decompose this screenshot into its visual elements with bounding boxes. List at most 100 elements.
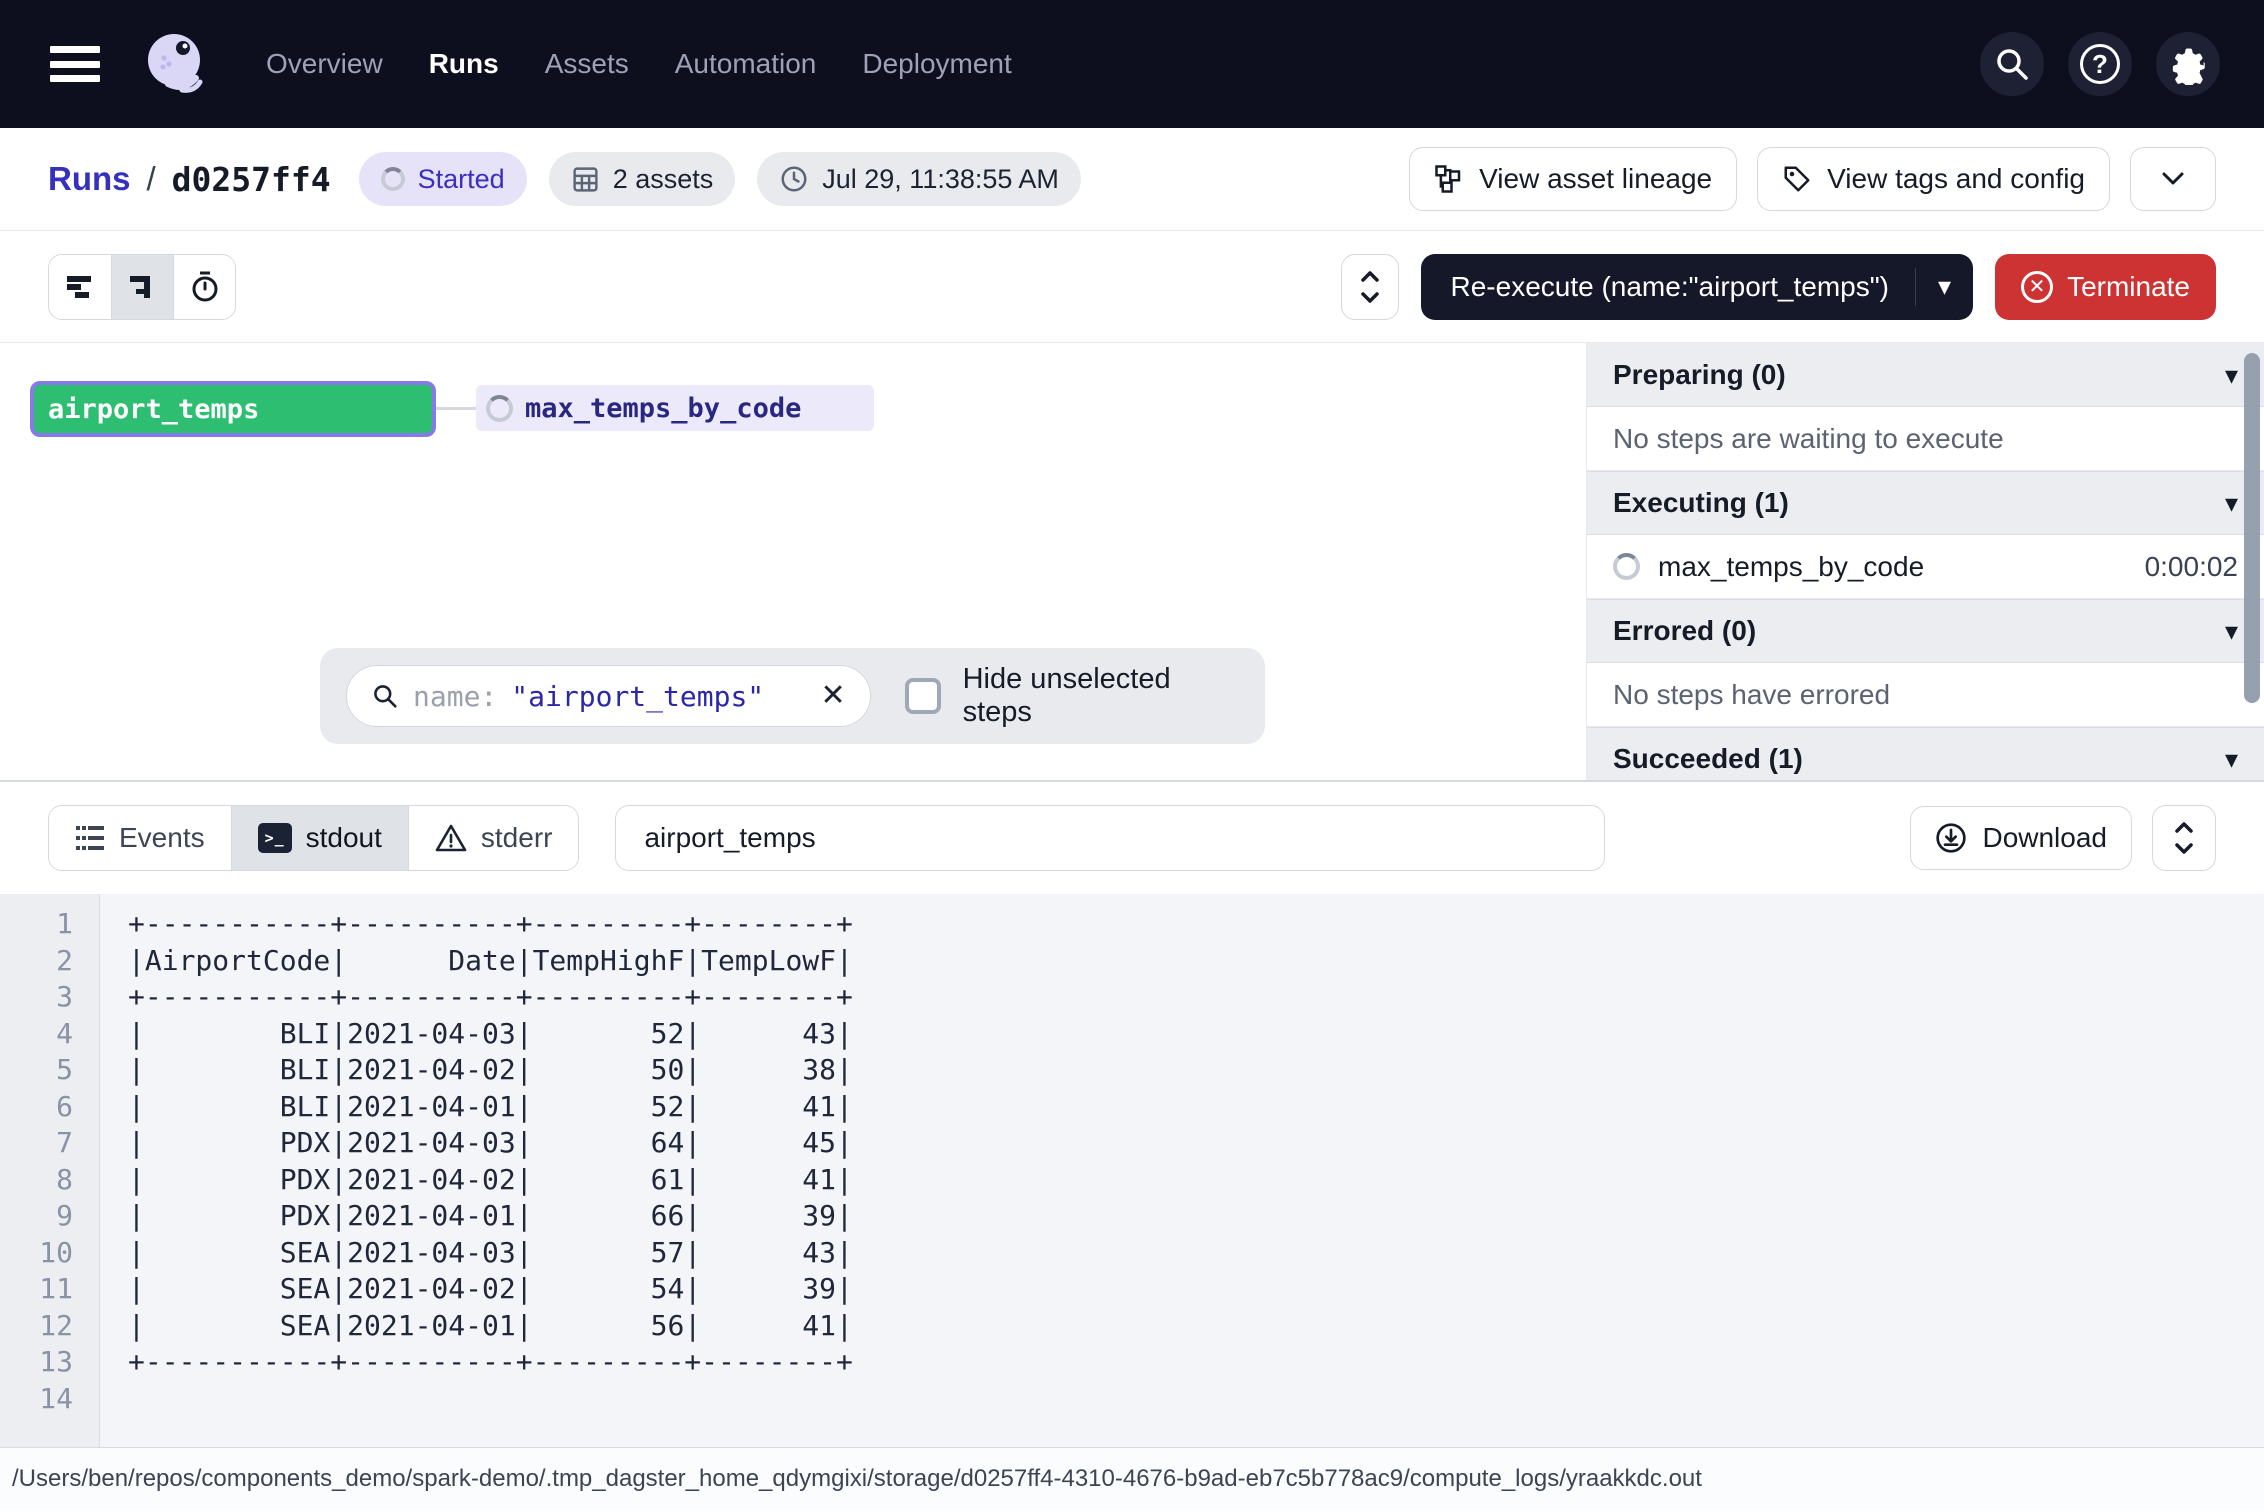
log-line: | PDX|2021-04-03| 64| 45| (128, 1125, 853, 1162)
log-step-selector[interactable]: airport_temps (615, 805, 1605, 871)
log-line: |AirportCode| Date|TempHighF|TempLowF| (128, 943, 853, 980)
run-header: Runs / d0257ff4 Started 2 assets Jul 29,… (0, 128, 2264, 231)
nav-item-overview[interactable]: Overview (266, 48, 383, 80)
executing-step-row[interactable]: max_temps_by_code 0:00:02 (1587, 535, 2264, 599)
view-timing-button[interactable] (173, 255, 235, 319)
line-number: 13 (0, 1344, 73, 1381)
section-executing-title: Executing (1) (1613, 487, 1789, 519)
section-succeeded[interactable]: Succeeded (1) (1587, 727, 2264, 780)
preparing-empty-row: No steps are waiting to execute (1587, 407, 2264, 471)
section-errored[interactable]: Errored (0) (1587, 599, 2264, 663)
log-type-tabs: Events stdout stderr (48, 805, 579, 871)
up-down-chevrons-icon (2173, 821, 2195, 855)
zoom-controls-button[interactable] (1341, 254, 1399, 320)
stopwatch-icon (190, 271, 220, 303)
line-number: 4 (0, 1016, 73, 1053)
gantt-node-airport-temps[interactable]: airport_temps (30, 381, 436, 437)
gantt-canvas[interactable]: airport_temps max_temps_by_code name: "a… (0, 343, 1586, 780)
log-line: | SEA|2021-04-02| 54| 39| (128, 1271, 853, 1308)
hide-unselected-checkbox[interactable] (905, 678, 941, 714)
download-icon (1935, 822, 1967, 854)
line-number: 11 (0, 1271, 73, 1308)
tab-stderr[interactable]: stderr (408, 806, 579, 870)
help-icon (2080, 44, 2120, 84)
status-badge: Started (359, 152, 527, 206)
triangle-down-icon (2225, 487, 2238, 519)
section-executing[interactable]: Executing (1) (1587, 471, 2264, 535)
section-errored-title: Errored (0) (1613, 615, 1756, 647)
clock-icon (779, 164, 809, 194)
log-output[interactable]: 1234567891011121314 +-----------+-------… (0, 894, 2264, 1447)
start-time-badge: Jul 29, 11:38:55 AM (757, 152, 1081, 206)
view-asset-lineage-button[interactable]: View asset lineage (1409, 147, 1737, 211)
line-number: 3 (0, 979, 73, 1016)
section-preparing[interactable]: Preparing (0) (1587, 343, 2264, 407)
triangle-down-icon (2225, 743, 2238, 775)
nav-item-deployment[interactable]: Deployment (862, 48, 1011, 80)
expand-log-button[interactable] (2152, 805, 2216, 871)
terminal-icon (258, 823, 292, 853)
assets-badge[interactable]: 2 assets (549, 152, 736, 206)
terminate-button[interactable]: ✕ Terminate (1995, 254, 2216, 320)
view-flat-button[interactable] (49, 255, 111, 319)
log-step-selector-value: airport_temps (644, 822, 815, 854)
terminate-x-circle-icon: ✕ (2021, 271, 2053, 303)
section-preparing-title: Preparing (0) (1613, 359, 1786, 391)
dagster-logo-icon[interactable] (138, 26, 214, 102)
line-number: 6 (0, 1089, 73, 1126)
tab-stderr-label: stderr (481, 822, 553, 854)
log-line: +-----------+----------+---------+------… (128, 906, 853, 943)
nav-item-assets[interactable]: Assets (545, 48, 629, 80)
executing-step-name: max_temps_by_code (1658, 551, 1924, 583)
spinner-icon (1613, 553, 1640, 580)
line-number: 10 (0, 1235, 73, 1272)
hide-unselected-label: Hide unselected steps (963, 663, 1239, 729)
nav-item-runs[interactable]: Runs (429, 48, 499, 80)
step-filter-bar: name: "airport_temps" ✕ Hide unselected … (320, 648, 1265, 744)
view-tags-config-button[interactable]: View tags and config (1757, 147, 2110, 211)
reexecute-button[interactable]: Re-execute (name:"airport_temps") (1421, 271, 1916, 303)
log-line: +-----------+----------+---------+------… (128, 979, 853, 1016)
reexecute-dropdown-button[interactable] (1915, 268, 1973, 306)
line-number: 14 (0, 1381, 73, 1418)
help-button[interactable] (2068, 32, 2132, 96)
log-line: | BLI|2021-04-01| 52| 41| (128, 1089, 853, 1126)
status-badge-label: Started (418, 164, 505, 195)
view-waterfall-button[interactable] (111, 255, 173, 319)
search-icon (371, 682, 399, 710)
gantt-node-label: max_temps_by_code (525, 393, 801, 424)
run-body: airport_temps max_temps_by_code name: "a… (0, 343, 2264, 782)
log-line: | PDX|2021-04-01| 66| 39| (128, 1198, 853, 1235)
lineage-icon (1434, 164, 1464, 194)
log-lines: +-----------+----------+---------+------… (100, 894, 853, 1447)
line-number: 5 (0, 1052, 73, 1089)
download-button[interactable]: Download (1910, 806, 2132, 870)
clear-filter-icon[interactable]: ✕ (820, 681, 845, 711)
tag-icon (1782, 164, 1812, 194)
log-line: | BLI|2021-04-03| 52| 43| (128, 1016, 853, 1053)
line-number: 12 (0, 1308, 73, 1345)
log-line (128, 1381, 853, 1418)
caret-down-icon (1938, 271, 1951, 302)
search-icon (1993, 45, 2031, 83)
tab-stdout[interactable]: stdout (231, 806, 408, 870)
logs-toolbar: Events stdout stderr airport_temps Downl… (0, 782, 2264, 894)
gantt-toolbar: Re-execute (name:"airport_temps") ✕ Term… (0, 231, 2264, 343)
settings-button[interactable] (2156, 32, 2220, 96)
menu-icon[interactable] (50, 46, 100, 82)
gantt-node-max-temps-by-code[interactable]: max_temps_by_code (476, 385, 874, 431)
executing-step-elapsed: 0:00:02 (2145, 551, 2238, 583)
line-number: 8 (0, 1162, 73, 1199)
breadcrumb-separator: / (147, 160, 156, 198)
search-button[interactable] (1980, 32, 2044, 96)
more-actions-button[interactable] (2130, 147, 2216, 211)
breadcrumb-runs-link[interactable]: Runs (48, 160, 131, 198)
tab-events[interactable]: Events (49, 806, 231, 870)
waterfall-icon (128, 273, 158, 301)
panel-scrollbar[interactable] (2244, 353, 2260, 703)
spinner-icon (486, 395, 513, 422)
log-file-path-bar: /Users/ben/repos/components_demo/spark-d… (0, 1447, 2264, 1510)
nav-item-automation[interactable]: Automation (675, 48, 817, 80)
run-steps-panel: Preparing (0) No steps are waiting to ex… (1586, 343, 2264, 780)
step-filter-input[interactable]: name: "airport_temps" ✕ (346, 665, 871, 727)
